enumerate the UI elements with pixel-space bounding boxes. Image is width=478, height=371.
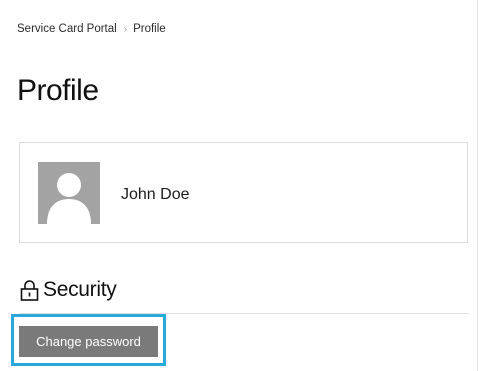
profile-page: Service Card Portal › Profile Profile John… [0,0,478,371]
breadcrumb: Service Card Portal › Profile [17,23,166,35]
avatar [38,162,100,224]
security-heading-label: Security [43,278,117,301]
breadcrumb-current-profile: Profile [133,23,166,35]
user-silhouette-icon [38,162,100,224]
profile-card: John Doe [19,142,468,243]
security-heading: Security [20,278,117,302]
user-name: John Doe [121,186,190,203]
lock-icon [20,280,39,301]
breadcrumb-link-service-card-portal[interactable]: Service Card Portal [17,23,117,35]
breadcrumb-separator: › [123,24,128,35]
page-title: Profile [17,74,99,107]
change-password-button[interactable]: Change password [19,326,158,357]
